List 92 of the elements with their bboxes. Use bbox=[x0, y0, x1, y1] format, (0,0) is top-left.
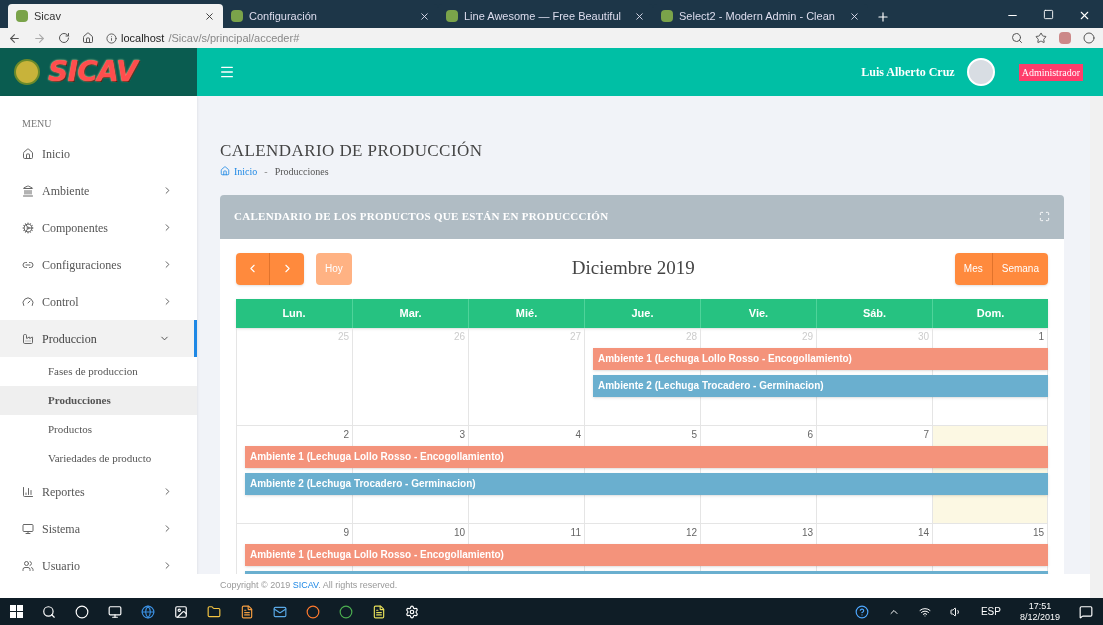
browser-icon[interactable] bbox=[141, 604, 155, 619]
menu-item-icon bbox=[22, 332, 34, 345]
sidebar-item[interactable]: Ambiente bbox=[0, 172, 197, 209]
menu-item-icon bbox=[22, 559, 34, 572]
day-number: 2 bbox=[343, 428, 349, 440]
submenu-item[interactable]: Productos bbox=[0, 415, 197, 444]
tab-favicon-icon bbox=[231, 10, 243, 22]
sidebar-item[interactable]: Configuraciones bbox=[0, 246, 197, 283]
day-number: 14 bbox=[917, 526, 929, 538]
tab-favicon-icon bbox=[16, 10, 28, 22]
folder-icon[interactable] bbox=[207, 604, 221, 619]
day-number: 5 bbox=[691, 428, 697, 440]
start-icon[interactable] bbox=[10, 605, 23, 618]
weekday-header: Mar. bbox=[352, 298, 468, 328]
photos-icon[interactable] bbox=[174, 604, 188, 619]
zoom-icon[interactable] bbox=[1011, 32, 1023, 44]
mail-icon[interactable] bbox=[273, 604, 287, 619]
weekday-header: Mié. bbox=[468, 298, 584, 328]
footer-link[interactable]: SICAV bbox=[292, 580, 319, 591]
maximize-icon[interactable] bbox=[1043, 9, 1054, 20]
close-icon[interactable] bbox=[849, 10, 860, 22]
profile-icon[interactable] bbox=[1083, 32, 1095, 44]
submenu-item[interactable]: Producciones bbox=[0, 386, 197, 415]
breadcrumb-current: Producciones bbox=[274, 164, 329, 179]
help-icon[interactable] bbox=[854, 604, 869, 619]
weekday-header: Dom. bbox=[932, 298, 1048, 328]
day-number: 6 bbox=[807, 428, 813, 440]
sidebar-item[interactable]: Control bbox=[0, 283, 197, 320]
menu-item-icon bbox=[22, 295, 34, 308]
day-number: 9 bbox=[343, 526, 349, 538]
day-number: 13 bbox=[801, 526, 813, 538]
menu-heading: MENU bbox=[21, 117, 53, 131]
footer-text: Copyright © 2019 SICAV. All rights reserved. bbox=[197, 574, 1090, 598]
gear-icon[interactable] bbox=[405, 604, 419, 619]
day-number: 7 bbox=[923, 428, 929, 440]
home-icon[interactable] bbox=[82, 32, 94, 44]
day-number: 15 bbox=[1032, 526, 1044, 538]
sidebar-item[interactable]: Usuario bbox=[0, 547, 197, 584]
weekday-header: Jue. bbox=[584, 298, 700, 328]
submenu-item[interactable]: Fases de produccion bbox=[0, 357, 197, 386]
month-title: Diciembre 2019 bbox=[571, 256, 695, 281]
language-indicator[interactable]: ESP bbox=[980, 604, 1001, 619]
weekday-header: Sáb. bbox=[816, 298, 932, 328]
menu-item-icon bbox=[22, 485, 34, 498]
back-icon[interactable] bbox=[8, 31, 21, 45]
scrollbar[interactable] bbox=[1090, 96, 1103, 598]
close-icon[interactable] bbox=[419, 10, 430, 22]
close-icon[interactable] bbox=[204, 10, 215, 22]
day-number: 3 bbox=[459, 428, 465, 440]
day-number: 12 bbox=[685, 526, 697, 538]
role-badge: Administrador bbox=[1018, 63, 1083, 81]
weekday-header: Vie. bbox=[700, 298, 816, 328]
menu-item-icon bbox=[22, 522, 34, 535]
sidebar-item[interactable]: Sistema bbox=[0, 510, 197, 547]
day-number: 10 bbox=[453, 526, 465, 538]
network-icon[interactable] bbox=[918, 605, 931, 618]
browser-tab[interactable]: Sicav bbox=[8, 4, 223, 28]
tab-favicon-icon bbox=[661, 10, 673, 22]
day-number: 1 bbox=[1038, 330, 1044, 342]
task-view-icon[interactable] bbox=[108, 604, 122, 619]
menu-item-icon bbox=[22, 147, 34, 160]
notifications-icon[interactable] bbox=[1079, 604, 1093, 619]
home-icon bbox=[220, 166, 230, 176]
page-title: CALENDARIO DE PRODUCCIÓN bbox=[220, 140, 484, 162]
close-icon[interactable] bbox=[1078, 9, 1091, 22]
reload-icon[interactable] bbox=[58, 32, 70, 44]
notes-icon[interactable] bbox=[372, 604, 386, 619]
bookmark-icon[interactable] bbox=[1035, 32, 1047, 44]
day-number: 11 bbox=[570, 526, 581, 538]
search-icon[interactable] bbox=[42, 604, 56, 619]
card-header: CALENDARIO DE LOS PRODUCTOS QUE ESTÁN EN PRODUCCCIÓN bbox=[220, 194, 1064, 239]
document-icon[interactable] bbox=[240, 604, 254, 619]
sidebar-item[interactable]: Reportes bbox=[0, 473, 197, 510]
weekday-header: Lun. bbox=[281, 305, 307, 321]
sidebar-item[interactable]: Inicio bbox=[0, 135, 197, 172]
info-icon[interactable] bbox=[106, 32, 117, 44]
sidebar-item[interactable]: Componentes bbox=[0, 209, 197, 246]
previous-button[interactable] bbox=[236, 252, 270, 285]
breadcrumb-separator: - bbox=[263, 164, 269, 179]
close-icon[interactable] bbox=[634, 10, 645, 22]
day-number: 4 bbox=[575, 428, 581, 440]
breadcrumb-link[interactable]: Inicio bbox=[234, 163, 258, 179]
submenu-item[interactable]: Variedades de producto bbox=[0, 444, 197, 473]
cortana-icon[interactable] bbox=[75, 604, 89, 619]
tab-favicon-icon bbox=[446, 10, 458, 22]
speaker-icon[interactable] bbox=[949, 605, 962, 618]
menu-item-icon bbox=[22, 184, 34, 197]
menu-item-icon bbox=[22, 221, 34, 234]
clock[interactable]: 17:51 8/12/2019 bbox=[1019, 600, 1060, 623]
new-tab-icon[interactable] bbox=[876, 10, 890, 24]
logo-icon bbox=[14, 59, 40, 85]
sidebar-item[interactable]: Produccion bbox=[0, 320, 197, 357]
